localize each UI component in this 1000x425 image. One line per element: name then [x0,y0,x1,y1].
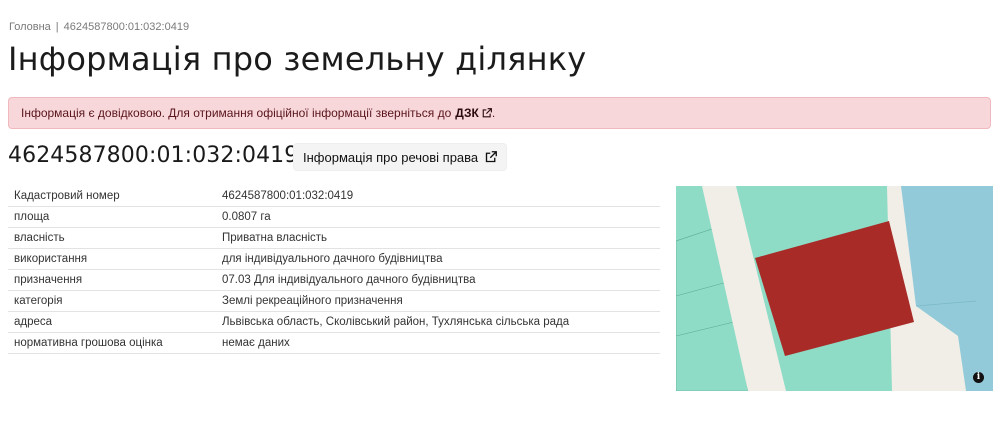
table-row: власність Приватна власність [8,227,660,249]
row-key: власність [8,227,216,249]
table-row: Кадастровий номер 4624587800:01:032:0419 [8,186,660,207]
property-rights-button-label: Інформація про речові права [303,149,479,165]
table-row: нормативна грошова оцінка немає даних [8,332,660,354]
property-rights-button[interactable]: Інформація про речові права [293,143,508,171]
parcel-info-table: Кадастровий номер 4624587800:01:032:0419 … [8,186,660,354]
breadcrumb: Головна | 4624587800:01:032:0419 [9,21,189,33]
row-value: Приватна власність [216,227,660,249]
table-row: адреса Львівська область, Сколівський рай… [8,311,660,333]
table-row: використання для індивідуального дачного … [8,248,660,270]
breadcrumb-separator: | [55,21,59,33]
dzk-link[interactable]: ДЗК [455,106,492,120]
external-link-icon [485,151,498,163]
row-value: Землі рекреаційного призначення [216,290,660,312]
row-key: площа [8,206,216,228]
info-alert: Інформація є довідковою. Для отримання о… [8,97,991,129]
breadcrumb-home-link[interactable]: Головна [9,21,51,33]
map-info-icon[interactable]: i [973,372,984,383]
cadastral-number-heading: 4624587800:01:032:0419 [8,143,299,168]
row-value: 0.0807 га [216,206,660,228]
alert-suffix: . [491,106,496,120]
row-value: 4624587800:01:032:0419 [216,186,660,207]
alert-text: Інформація є довідковою. Для отримання о… [21,106,452,120]
map-canvas[interactable] [676,186,993,391]
row-value: 07.03 Для індивідуального дачного будівн… [216,269,660,291]
dzk-link-label: ДЗК [455,106,479,120]
row-key: Кадастровий номер [8,186,216,207]
row-value: немає даних [216,332,660,354]
row-key: призначення [8,269,216,291]
row-key: категорія [8,290,216,312]
row-value: Львівська область, Сколівський район, Ту… [216,311,660,333]
row-key: адреса [8,311,216,333]
parcel-map[interactable]: i [676,186,993,391]
row-key: використання [8,248,216,270]
table-row: категорія Землі рекреаційного призначення [8,290,660,312]
row-value: для індивідуального дачного будівництва [216,248,660,270]
breadcrumb-current: 4624587800:01:032:0419 [63,21,190,33]
external-link-icon [482,108,492,118]
row-key: нормативна грошова оцінка [8,332,216,354]
table-row: призначення 07.03 Для індивідуального дач… [8,269,660,291]
table-row: площа 0.0807 га [8,206,660,228]
page-title: Інформація про земельну ділянку [8,40,587,78]
